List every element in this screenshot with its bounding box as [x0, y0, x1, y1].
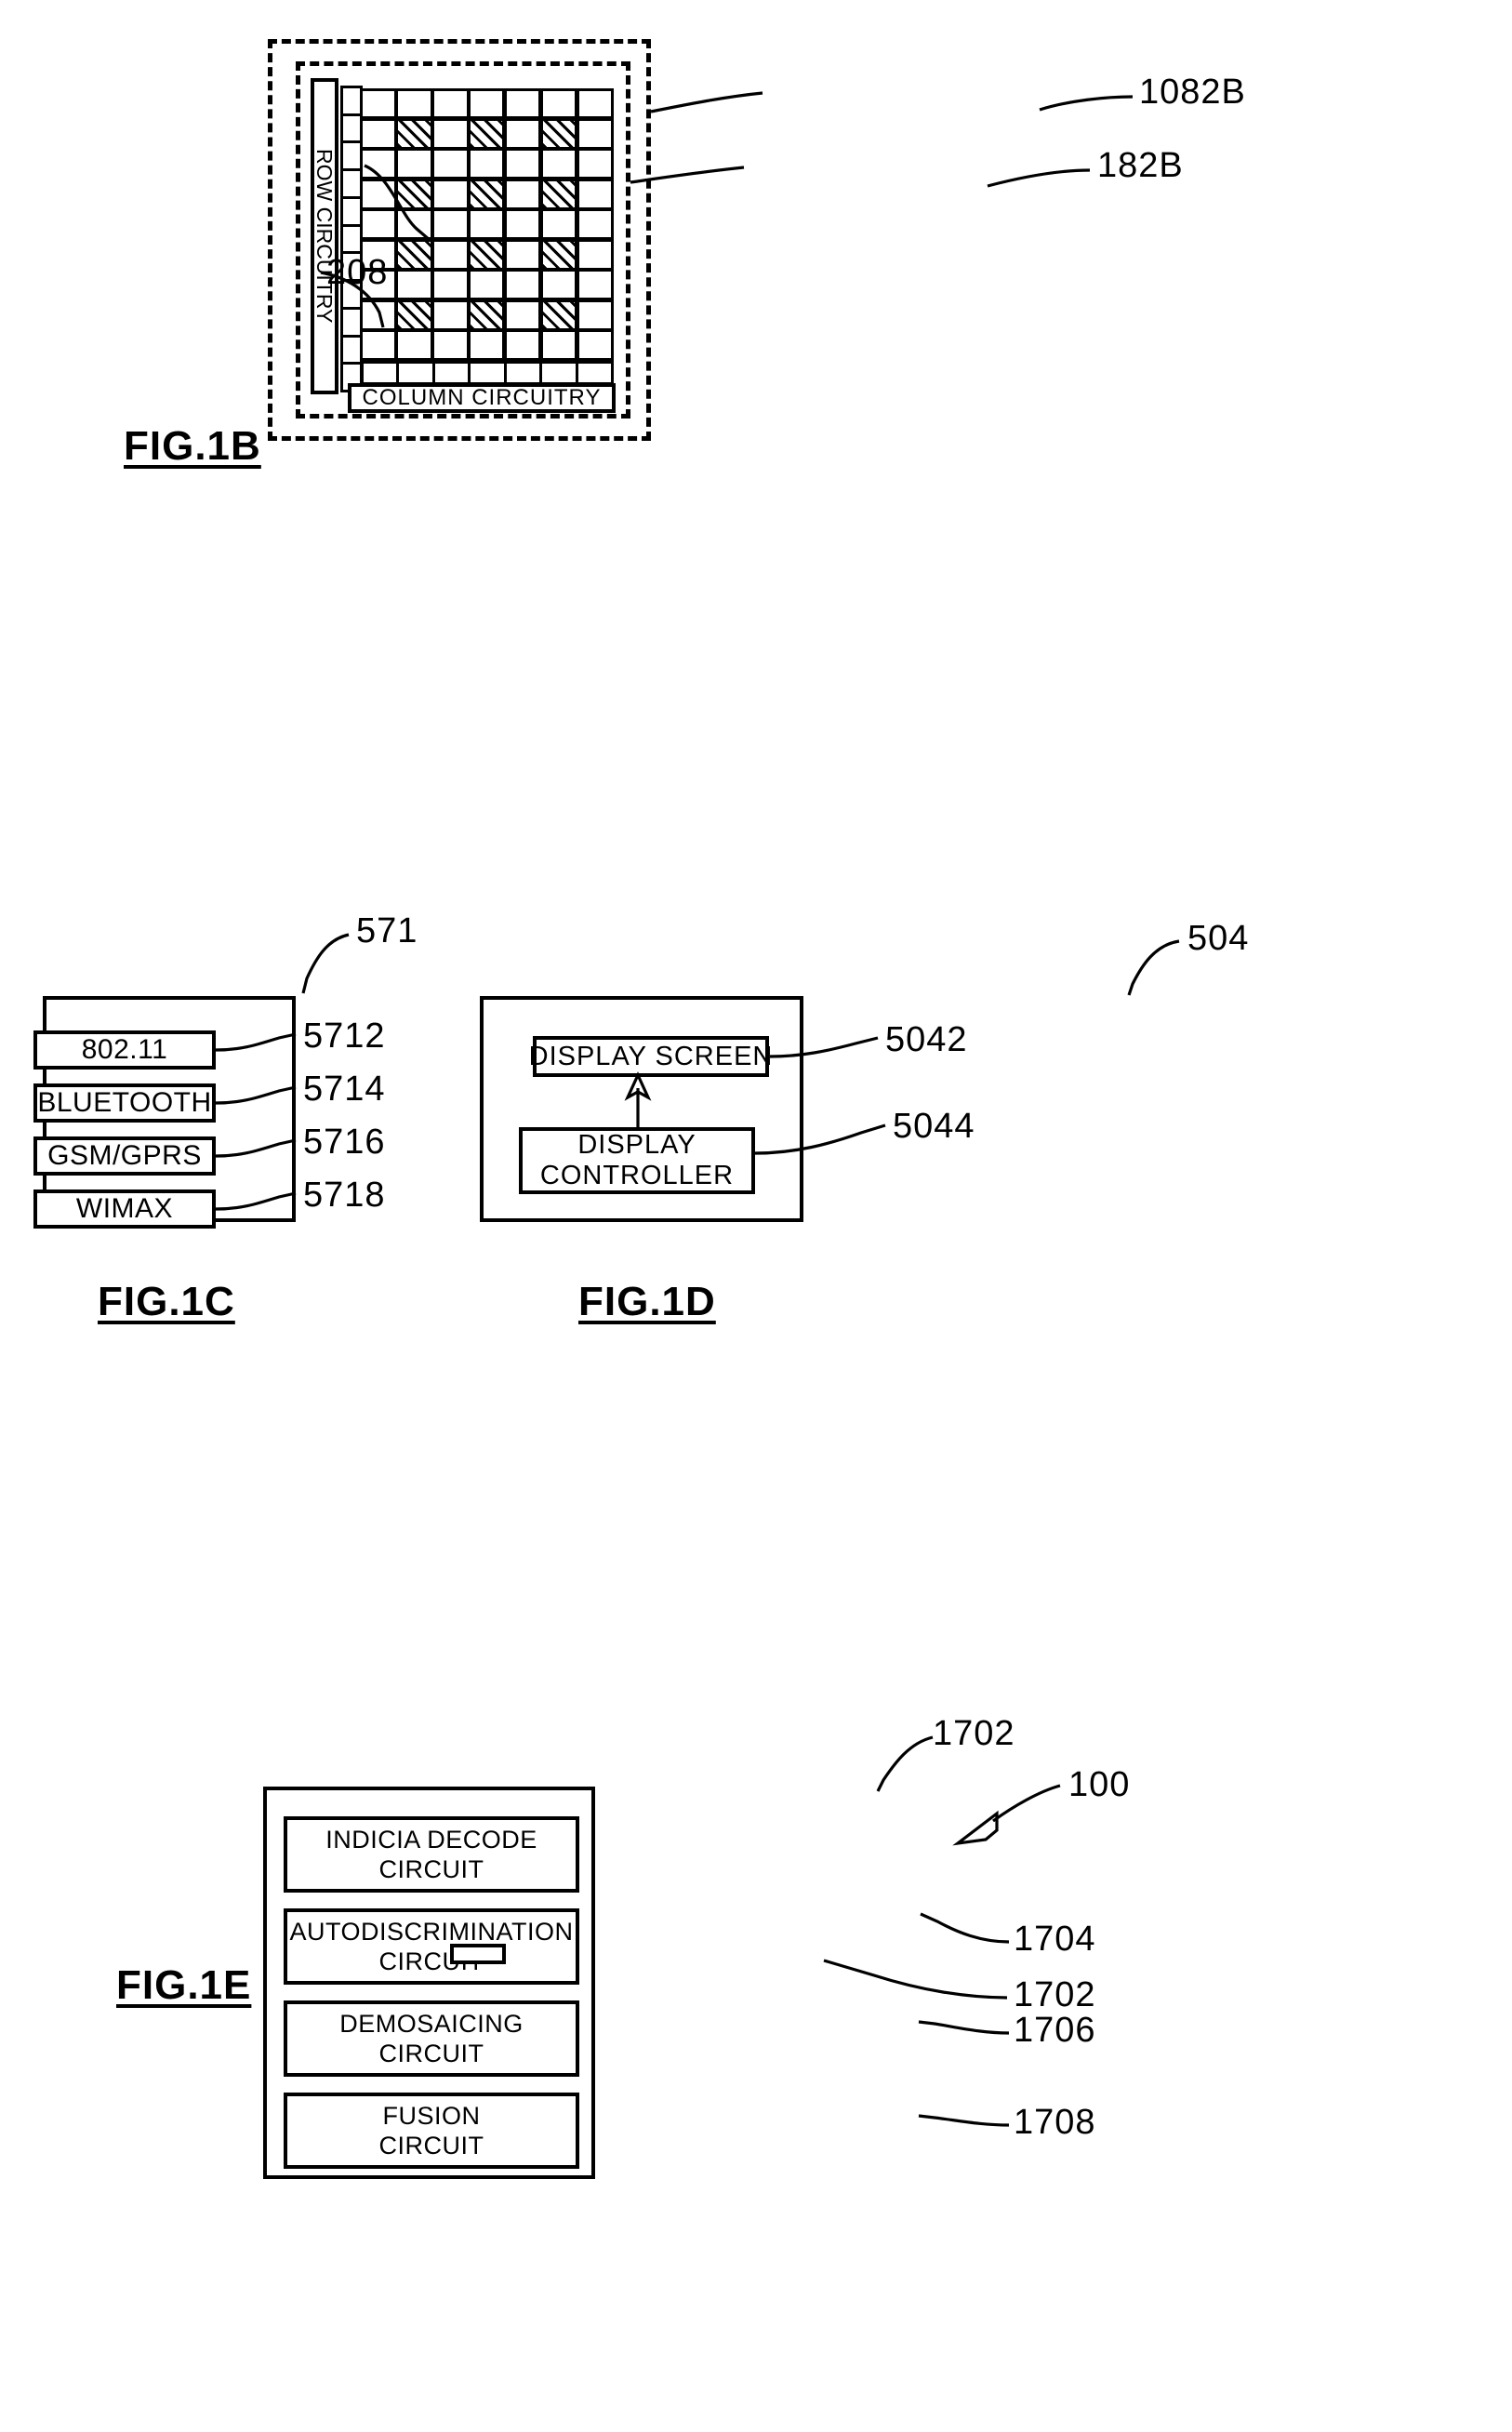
fig1e-figure-label: FIG.1E	[116, 1962, 252, 2008]
fig1e-ref-1702-top: 1702	[933, 1714, 1015, 1753]
fig1e-ref-1704: 1704	[1014, 1920, 1096, 1959]
fig1e-ref-100: 100	[1068, 1765, 1131, 1804]
fig1e-ref-1708: 1708	[1014, 2103, 1096, 2142]
fig1e-ref-1702-inner: 1702	[1014, 1975, 1096, 2014]
fig1e-leader-lines	[823, 1735, 1061, 2127]
fig1e-ref-1706: 1706	[1014, 2011, 1096, 2050]
